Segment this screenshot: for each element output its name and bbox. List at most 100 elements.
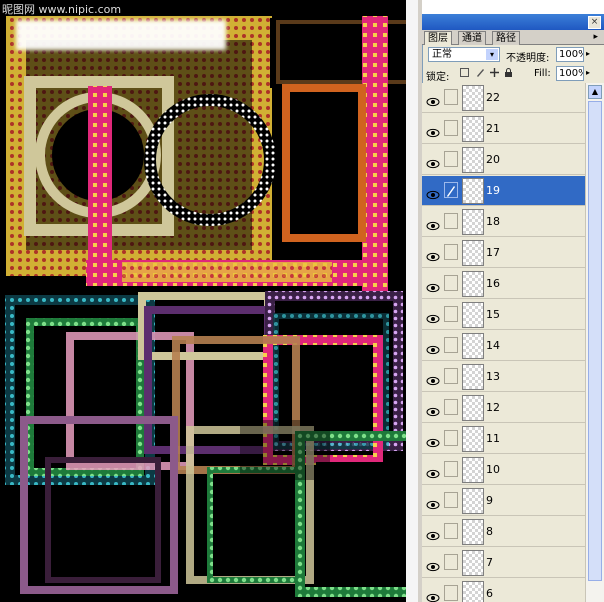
layer-row[interactable]: 11 [422, 424, 585, 454]
tab-layers[interactable]: 图层 [424, 31, 452, 45]
layer-row[interactable]: 21 [422, 114, 585, 144]
layer-name[interactable]: 12 [486, 401, 500, 414]
layer-name[interactable]: 16 [486, 277, 500, 290]
link-toggle[interactable] [444, 306, 458, 322]
layer-row[interactable]: 20 [422, 145, 585, 175]
tab-paths[interactable]: 路径 [492, 31, 520, 45]
layer-name[interactable]: 13 [486, 370, 500, 383]
opacity-arrow-icon[interactable]: ▸ [586, 49, 590, 58]
layer-thumbnail[interactable] [462, 240, 484, 266]
layer-thumbnail[interactable] [462, 488, 484, 514]
layer-thumbnail[interactable] [462, 209, 484, 235]
scroll-up-icon[interactable]: ▲ [588, 85, 602, 99]
layer-row[interactable]: 12 [422, 393, 585, 423]
scroll-thumb[interactable] [588, 101, 602, 581]
link-toggle[interactable] [444, 399, 458, 415]
eye-icon[interactable] [426, 433, 440, 448]
eye-icon[interactable] [426, 154, 440, 169]
layer-thumbnail[interactable] [462, 147, 484, 173]
layer-row[interactable]: 19 [422, 176, 585, 206]
link-toggle[interactable] [444, 368, 458, 384]
layer-row[interactable]: 6 [422, 579, 585, 602]
layer-row[interactable]: 13 [422, 362, 585, 392]
link-toggle[interactable] [444, 523, 458, 539]
eye-icon[interactable] [426, 557, 440, 572]
layer-name[interactable]: 10 [486, 463, 500, 476]
layer-thumbnail[interactable] [462, 519, 484, 545]
opacity-field[interactable]: 100% [556, 47, 584, 62]
layer-thumbnail[interactable] [462, 457, 484, 483]
eye-icon[interactable] [426, 92, 440, 107]
brush-lock-icon[interactable] [476, 68, 485, 77]
layer-row[interactable]: 16 [422, 269, 585, 299]
link-toggle[interactable] [444, 554, 458, 570]
layer-row[interactable]: 10 [422, 455, 585, 485]
layer-thumbnail[interactable] [462, 364, 484, 390]
tab-channels[interactable]: 通道 [458, 31, 486, 45]
layer-row[interactable]: 7 [422, 548, 585, 578]
layer-thumbnail[interactable] [462, 333, 484, 359]
layer-row[interactable]: 9 [422, 486, 585, 516]
link-toggle[interactable] [444, 275, 458, 291]
eye-icon[interactable] [426, 588, 440, 602]
layer-row[interactable]: 18 [422, 207, 585, 237]
layer-name[interactable]: 15 [486, 308, 500, 321]
brush-icon[interactable] [444, 182, 458, 198]
eye-icon[interactable] [426, 371, 440, 386]
layer-name[interactable]: 22 [486, 91, 500, 104]
eye-icon[interactable] [426, 402, 440, 417]
link-toggle[interactable] [444, 213, 458, 229]
link-toggle[interactable] [444, 244, 458, 260]
blend-mode-select[interactable]: 正常 ▾ [428, 47, 500, 62]
layer-name[interactable]: 18 [486, 215, 500, 228]
layers-scrollbar[interactable]: ▲ [585, 83, 604, 602]
close-icon[interactable]: × [588, 16, 601, 29]
eye-icon[interactable] [426, 464, 440, 479]
eye-icon[interactable] [426, 216, 440, 231]
document-canvas[interactable]: 昵图网 www.nipic.com [0, 0, 418, 602]
link-toggle[interactable] [444, 89, 458, 105]
layer-name[interactable]: 14 [486, 339, 500, 352]
panel-titlebar[interactable]: × [422, 14, 604, 30]
layer-name[interactable]: 19 [486, 184, 500, 197]
layer-name[interactable]: 21 [486, 122, 500, 135]
layer-name[interactable]: 20 [486, 153, 500, 166]
layer-row[interactable]: 15 [422, 300, 585, 330]
eye-icon[interactable] [426, 340, 440, 355]
layer-thumbnail[interactable] [462, 550, 484, 576]
layer-thumbnail[interactable] [462, 271, 484, 297]
eye-icon[interactable] [426, 278, 440, 293]
layer-row[interactable]: 22 [422, 83, 585, 113]
eye-icon[interactable] [426, 309, 440, 324]
link-toggle[interactable] [444, 585, 458, 601]
eye-icon[interactable] [426, 123, 440, 138]
layer-thumbnail[interactable] [462, 178, 484, 204]
layer-thumbnail[interactable] [462, 395, 484, 421]
eye-icon[interactable] [426, 247, 440, 262]
layer-name[interactable]: 8 [486, 525, 493, 538]
move-lock-icon[interactable] [490, 68, 499, 77]
layer-row[interactable]: 8 [422, 517, 585, 547]
link-toggle[interactable] [444, 430, 458, 446]
layer-name[interactable]: 6 [486, 587, 493, 600]
layer-name[interactable]: 9 [486, 494, 493, 507]
link-toggle[interactable] [444, 337, 458, 353]
layer-name[interactable]: 7 [486, 556, 493, 569]
link-toggle[interactable] [444, 492, 458, 508]
link-toggle[interactable] [444, 461, 458, 477]
chevron-down-icon[interactable]: ▾ [486, 49, 498, 60]
eye-icon[interactable] [426, 526, 440, 541]
fill-field[interactable]: 100% [556, 66, 584, 81]
eye-icon[interactable] [426, 185, 440, 200]
layer-name[interactable]: 11 [486, 432, 500, 445]
layer-thumbnail[interactable] [462, 426, 484, 452]
layer-row[interactable]: 14 [422, 331, 585, 361]
layer-thumbnail[interactable] [462, 116, 484, 142]
layer-thumbnail[interactable] [462, 85, 484, 111]
layer-name[interactable]: 17 [486, 246, 500, 259]
layer-row[interactable]: 17 [422, 238, 585, 268]
fill-arrow-icon[interactable]: ▸ [586, 68, 590, 77]
link-toggle[interactable] [444, 120, 458, 136]
transparency-lock-icon[interactable] [460, 68, 469, 77]
layer-thumbnail[interactable] [462, 581, 484, 602]
